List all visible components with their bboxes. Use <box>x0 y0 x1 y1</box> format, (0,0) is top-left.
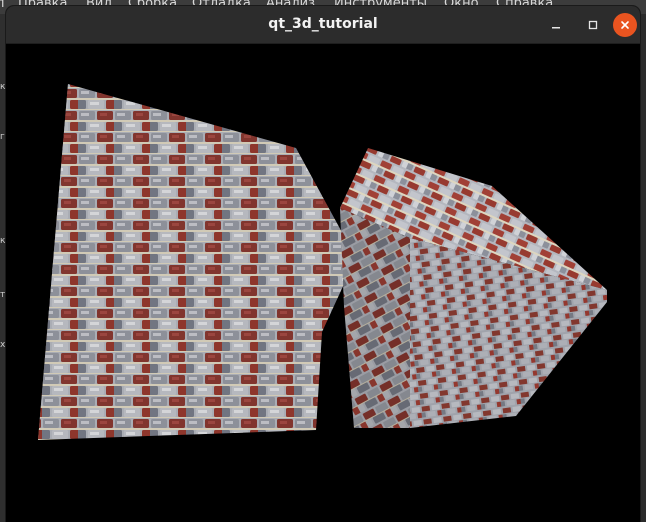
maximize-button[interactable] <box>581 13 605 37</box>
cube-left-front-shade <box>38 84 356 440</box>
minimize-icon <box>552 27 560 29</box>
bg-sidebar-fragment: т <box>0 290 6 300</box>
bg-sidebar-fragment: к <box>0 236 6 246</box>
bg-menu-item[interactable]: п <box>0 0 5 10</box>
bg-sidebar-fragment: к <box>0 82 6 92</box>
window-titlebar[interactable]: qt_3d_tutorial <box>6 6 640 44</box>
close-button[interactable] <box>613 13 637 37</box>
cube-right-left-shade <box>340 208 410 428</box>
textured-cube-left[interactable] <box>38 84 356 440</box>
minimize-button[interactable] <box>544 13 568 37</box>
3d-viewport[interactable] <box>6 44 640 522</box>
bg-sidebar-fragment: г <box>0 132 5 142</box>
scene-canvas <box>38 84 607 440</box>
maximize-icon <box>588 20 598 30</box>
bg-sidebar-fragment: х <box>0 340 6 350</box>
app-window: qt_3d_tutorial <box>6 6 640 522</box>
textured-cube-right[interactable] <box>340 148 607 428</box>
close-icon <box>621 21 629 29</box>
